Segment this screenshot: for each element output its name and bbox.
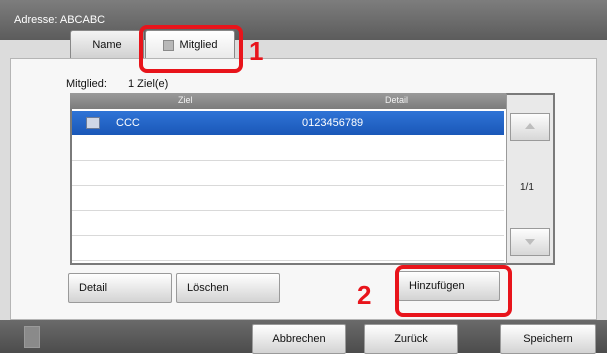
chevron-down-icon: [525, 239, 535, 245]
save-button[interactable]: Speichern: [500, 324, 596, 354]
member-count-value: 1 Ziel(e): [128, 78, 169, 90]
address-book-screen: Adresse: ABCABC Name Mitglied Mitglied: …: [0, 0, 607, 354]
back-button[interactable]: Zurück: [364, 324, 458, 354]
delete-button[interactable]: Löschen: [176, 273, 280, 303]
footer-stub: [24, 326, 40, 348]
contact-icon: [86, 117, 100, 129]
column-header-ziel: Ziel: [178, 95, 193, 105]
table-row-empty: [72, 161, 504, 186]
tab-name-label: Name: [92, 39, 122, 51]
scroll-up-button[interactable]: [510, 113, 550, 141]
callout-box-2: [395, 265, 512, 317]
page-indicator: 1/1: [520, 182, 534, 193]
list-header: [70, 93, 506, 109]
table-row-empty: [72, 236, 504, 261]
table-row-empty: [72, 136, 504, 161]
column-header-detail: Detail: [385, 95, 409, 105]
member-count-label: Mitglied:: [66, 78, 107, 90]
callout-number-1: 1: [249, 36, 264, 66]
row-name: CCC: [116, 117, 140, 129]
tab-name[interactable]: Name: [70, 30, 144, 59]
scroll-down-button[interactable]: [510, 228, 550, 256]
address-label: Adresse:: [14, 14, 58, 26]
table-row-empty: [72, 186, 504, 211]
table-row[interactable]: CCC 0123456789: [72, 111, 504, 135]
callout-number-2: 2: [357, 280, 372, 310]
row-detail: 0123456789: [302, 117, 364, 129]
cancel-button[interactable]: Abbrechen: [252, 324, 346, 354]
table-row-empty: [72, 211, 504, 236]
callout-box-1: [139, 25, 243, 73]
chevron-up-icon: [525, 123, 535, 129]
address-value: ABCABC: [59, 14, 106, 26]
address-title: Adresse: ABCABC: [14, 14, 105, 26]
detail-button[interactable]: Detail: [68, 273, 172, 303]
